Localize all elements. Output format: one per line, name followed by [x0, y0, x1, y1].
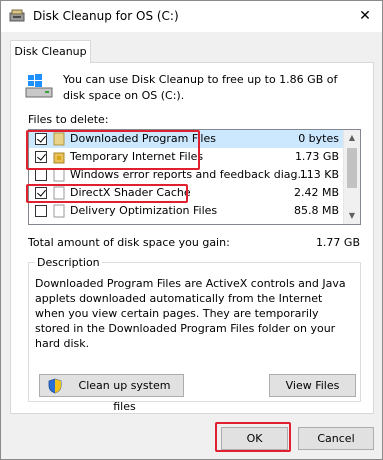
file-size: 85.8 MB	[293, 204, 339, 217]
document-icon	[53, 204, 65, 218]
list-item[interactable]: Delivery Optimization Files 85.8 MB	[29, 202, 343, 220]
tab-panel: You can use Disk Cleanup to free up to 1…	[10, 62, 374, 414]
file-name: Windows error reports and feedback diag.…	[70, 168, 309, 181]
document-icon	[53, 186, 65, 200]
file-name: Downloaded Program Files	[70, 132, 216, 145]
list-item[interactable]: Windows error reports and feedback diag.…	[29, 166, 343, 184]
scroll-thumb[interactable]	[347, 148, 357, 188]
file-size: 0 bytes	[298, 132, 339, 145]
description-text: Downloaded Program Files are ActiveX con…	[35, 277, 346, 350]
lock-folder-icon	[53, 150, 65, 164]
total-space-label: Total amount of disk space you gain:	[28, 236, 230, 249]
clean-up-system-files-button[interactable]: Clean up system files	[39, 374, 184, 413]
scroll-up-icon[interactable]: ▲	[344, 130, 360, 146]
folder-icon	[53, 132, 65, 146]
description-title: Description	[35, 256, 102, 269]
list-scrollbar[interactable]: ▲ ▼	[343, 130, 360, 224]
ok-button[interactable]: OK	[221, 427, 288, 450]
file-name: Temporary Internet Files	[70, 150, 204, 163]
checkbox[interactable]	[35, 187, 47, 199]
file-size: 2.42 MB	[293, 186, 339, 199]
uac-shield-icon	[48, 378, 62, 394]
checkbox[interactable]	[35, 205, 47, 217]
checkbox[interactable]	[35, 151, 47, 163]
file-name: DirectX Shader Cache	[70, 186, 191, 199]
files-to-delete-list: Downloaded Program Files 0 bytes Tempora…	[28, 129, 361, 225]
file-size: 1.73 GB	[294, 150, 339, 163]
total-space-value: 1.77 GB	[315, 236, 360, 249]
scroll-down-icon[interactable]: ▼	[344, 208, 360, 224]
disk-cleanup-icon	[9, 9, 25, 23]
view-files-button[interactable]: View Files	[269, 374, 356, 397]
intro-text: You can use Disk Cleanup to free up to 1…	[63, 73, 338, 102]
title-bar: Disk Cleanup for OS (C:) ✕	[1, 1, 382, 32]
file-size: 113 KB	[299, 168, 339, 181]
tab-disk-cleanup[interactable]: Disk Cleanup	[10, 40, 91, 63]
files-to-delete-label: Files to delete:	[28, 113, 109, 126]
list-item[interactable]: DirectX Shader Cache 2.42 MB	[29, 184, 343, 202]
list-item[interactable]: Temporary Internet Files 1.73 GB	[29, 148, 343, 166]
file-name: Delivery Optimization Files	[70, 204, 218, 217]
clean-up-system-files-label: Clean up system files	[78, 379, 171, 413]
disk-cleanup-dialog: Disk Cleanup for OS (C:) ✕ Disk Cleanup …	[0, 0, 383, 460]
checkbox[interactable]	[35, 169, 47, 181]
window-title: Disk Cleanup for OS (C:)	[33, 9, 179, 23]
list-item[interactable]: Downloaded Program Files 0 bytes	[29, 130, 343, 148]
document-icon	[53, 168, 65, 182]
cancel-button[interactable]: Cancel	[298, 427, 374, 450]
checkbox[interactable]	[35, 133, 47, 145]
close-button[interactable]: ✕	[354, 6, 376, 26]
drive-icon	[25, 73, 53, 99]
